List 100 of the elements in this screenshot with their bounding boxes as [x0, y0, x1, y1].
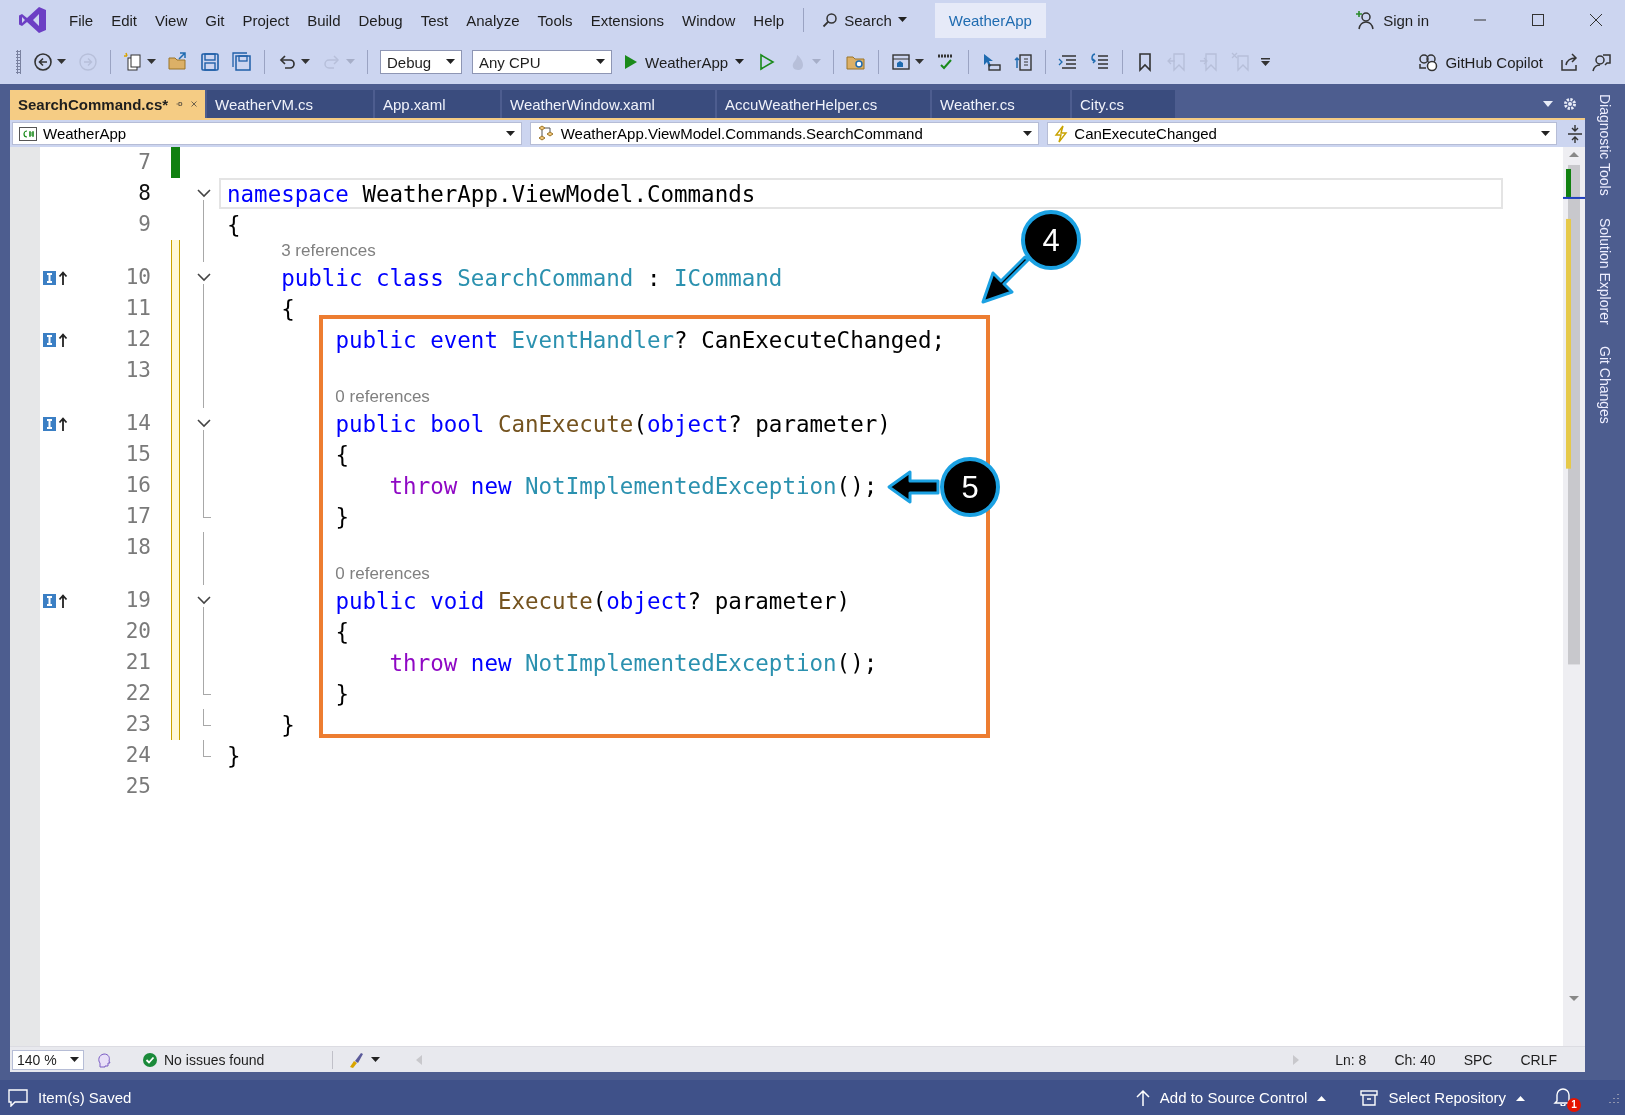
arrow-up-icon: [1135, 1088, 1150, 1107]
caret-icon[interactable]: [446, 59, 455, 65]
close-icon: [1589, 13, 1603, 27]
new-project-icon: [123, 52, 143, 72]
class-icon: [536, 124, 555, 143]
visual-studio-logo[interactable]: [18, 5, 48, 35]
caret-icon[interactable]: [147, 59, 156, 65]
select-repository-button[interactable]: Select Repository: [1360, 1088, 1525, 1107]
collapse-icon[interactable]: [197, 419, 211, 428]
copilot-button[interactable]: GitHub Copilot: [1411, 49, 1549, 75]
head-icon[interactable]: [96, 1051, 112, 1068]
caret-icon[interactable]: [371, 1056, 381, 1063]
window-layout-icon: [891, 52, 912, 72]
callout-number: 4: [1021, 210, 1081, 270]
caret-icon[interactable]: [1516, 1094, 1525, 1101]
file-tab[interactable]: AccuWeatherHelper.cs: [717, 90, 930, 118]
side-tab[interactable]: Git Changes: [1593, 344, 1617, 427]
code-cleanup-button[interactable]: [347, 1051, 381, 1068]
side-tab[interactable]: Diagnostic Tools: [1593, 92, 1617, 198]
caret-icon[interactable]: [735, 59, 745, 65]
menu-item[interactable]: View: [146, 7, 197, 33]
chat-icon[interactable]: [8, 1088, 28, 1107]
collapse-icon[interactable]: [197, 596, 211, 605]
line-number: 24: [124, 742, 151, 769]
line-number: 11: [124, 295, 151, 322]
code-line: {: [335, 618, 349, 645]
settings-icon[interactable]: [1563, 97, 1577, 111]
type-dropdown[interactable]: WeatherApp.ViewModel.Commands.SearchCommand: [529, 122, 1040, 145]
caret-icon[interactable]: [505, 130, 515, 137]
lightning-icon: [1054, 124, 1069, 143]
file-tab[interactable]: SearchCommand.cs*: [10, 90, 205, 118]
menu-item[interactable]: Analyze: [457, 7, 529, 33]
caret-icon[interactable]: [301, 59, 310, 65]
caret-icon[interactable]: [1317, 1094, 1327, 1101]
file-tab[interactable]: City.cs: [1072, 90, 1175, 118]
code-line: public class SearchCommand : ICommand: [281, 264, 783, 291]
caret-icon[interactable]: [915, 59, 925, 65]
line-number: 21: [124, 649, 151, 676]
save-all-icon: [232, 52, 252, 72]
line-ending-mode[interactable]: CRLF: [1520, 1051, 1557, 1068]
menu-item[interactable]: Edit: [102, 7, 147, 33]
caret-icon[interactable]: [1023, 130, 1033, 137]
line-number: 16: [124, 472, 151, 499]
issues-indicator[interactable]: No issues found: [142, 1051, 265, 1068]
collapse-icon[interactable]: [197, 273, 211, 282]
add-to-source-control-button[interactable]: Add to Source Control: [1135, 1088, 1327, 1107]
sign-in-button[interactable]: Sign in: [1355, 10, 1429, 30]
menu-item[interactable]: Extensions: [581, 7, 673, 33]
search-icon: [822, 12, 839, 28]
split-icon[interactable]: [1568, 124, 1582, 143]
references-link[interactable]: 3 references: [281, 241, 376, 261]
code-line: {: [335, 441, 349, 468]
references-link[interactable]: 0 references: [335, 387, 430, 407]
menu-item[interactable]: Tools: [528, 7, 582, 33]
menu-item[interactable]: Build: [298, 7, 350, 33]
search-button[interactable]: Search: [814, 7, 915, 33]
feedback-icon: [1591, 52, 1611, 72]
menu-item[interactable]: Window: [673, 7, 745, 33]
code-line: }: [227, 742, 241, 769]
project-dropdown[interactable]: WeatherApp: [12, 122, 522, 145]
overflow-icon[interactable]: [1261, 58, 1271, 66]
side-tab[interactable]: Solution Explorer: [1593, 215, 1617, 327]
callout-number: 5: [940, 457, 1000, 517]
caret-icon[interactable]: [70, 1056, 79, 1063]
menu-item[interactable]: Project: [233, 7, 299, 33]
line-number: 13: [124, 357, 151, 384]
code-line: }: [335, 503, 349, 530]
configuration-dropdown[interactable]: Debug: [380, 50, 462, 74]
whitespace-mode[interactable]: SPC: [1463, 1051, 1493, 1068]
member-dropdown[interactable]: CanExecuteChanged: [1047, 122, 1557, 145]
code-line: public void Execute(object? parameter): [335, 587, 851, 614]
platform-dropdown[interactable]: Any CPU: [472, 50, 612, 74]
file-tab[interactable]: App.xaml: [375, 90, 500, 118]
file-tab[interactable]: WeatherVM.cs: [207, 90, 373, 118]
file-tab[interactable]: Weather.cs: [932, 90, 1070, 118]
references-link[interactable]: 0 references: [335, 564, 430, 584]
caret-icon[interactable]: [1541, 130, 1550, 137]
resize-grip-icon[interactable]: [1609, 1092, 1619, 1103]
line-number: 25: [124, 773, 151, 800]
status-message: Item(s) Saved: [38, 1089, 132, 1106]
line-number: 7: [137, 149, 151, 176]
menu-item[interactable]: Help: [744, 7, 794, 33]
menu-item[interactable]: Debug: [349, 7, 412, 33]
start-button[interactable]: WeatherApp: [618, 50, 751, 74]
file-tab[interactable]: WeatherWindow.xaml: [502, 90, 715, 118]
bell-icon: [1553, 1085, 1573, 1106]
dropdown-icon[interactable]: [1543, 101, 1553, 107]
menu-item[interactable]: Git: [196, 7, 234, 33]
zoom-dropdown[interactable]: 140 %: [12, 1049, 84, 1070]
callout-arrow: [981, 255, 1030, 304]
notification-count: 1: [1567, 1097, 1581, 1112]
caret-icon[interactable]: [897, 17, 907, 23]
collapse-icon[interactable]: [197, 189, 211, 198]
code-line: throw new NotImplementedException();: [389, 472, 878, 499]
menu-item[interactable]: Test: [411, 7, 458, 33]
caret-icon[interactable]: [596, 59, 605, 65]
notifications-button[interactable]: 1: [1551, 1083, 1581, 1112]
menu-item[interactable]: File: [60, 7, 103, 33]
caret-icon[interactable]: [57, 59, 66, 65]
brush-icon: [347, 1051, 366, 1068]
